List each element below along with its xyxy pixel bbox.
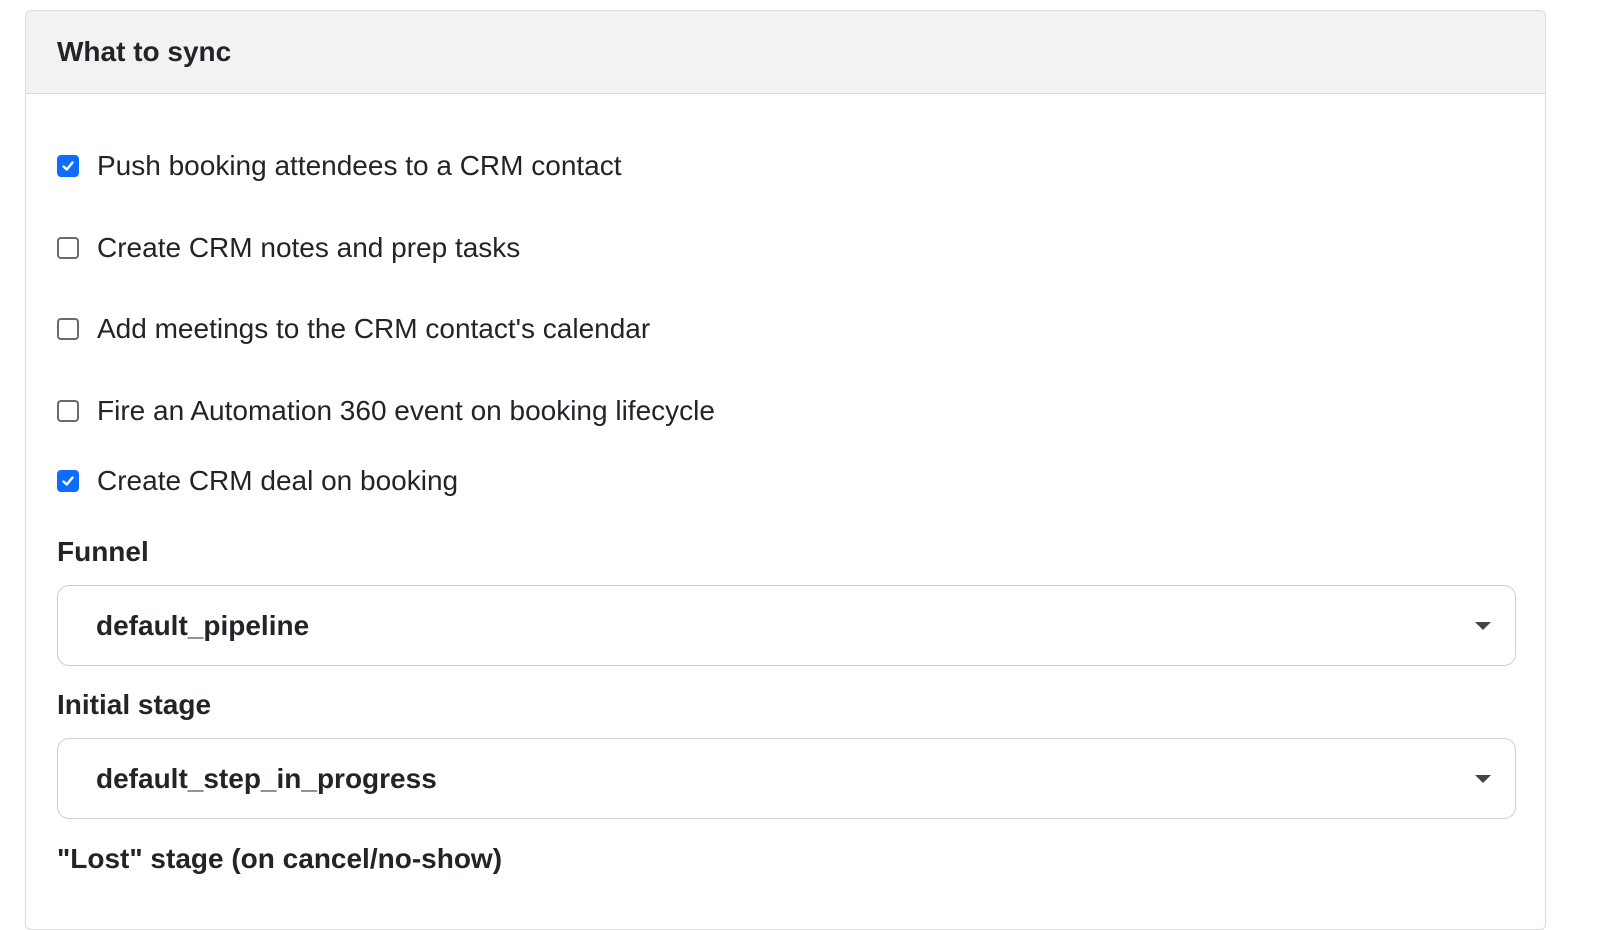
card-header: What to sync bbox=[26, 11, 1545, 94]
check-icon bbox=[62, 161, 74, 171]
caret-down-icon bbox=[1475, 774, 1491, 783]
funnel-label: Funnel bbox=[57, 536, 149, 567]
lost-stage-label: "Lost" stage (on cancel/no-show) bbox=[57, 843, 503, 874]
checkbox-push-attendees[interactable] bbox=[57, 155, 79, 177]
option-label: Push booking attendees to a CRM contact bbox=[97, 150, 622, 181]
option-label: Create CRM notes and prep tasks bbox=[97, 232, 521, 263]
funnel-selected-value: default_pipeline bbox=[96, 609, 310, 641]
option-crm-notes[interactable]: Create CRM notes and prep tasks bbox=[57, 228, 520, 268]
checkbox-automation-event[interactable] bbox=[57, 400, 79, 422]
initial-stage-selected-value: default_step_in_progress bbox=[96, 762, 437, 794]
funnel-select[interactable]: default_pipeline bbox=[57, 585, 1516, 666]
checkbox-add-meetings[interactable] bbox=[57, 318, 79, 340]
option-add-meetings[interactable]: Add meetings to the CRM contact's calend… bbox=[57, 309, 650, 349]
option-automation-event[interactable]: Fire an Automation 360 event on booking … bbox=[57, 391, 715, 431]
option-label: Fire an Automation 360 event on booking … bbox=[97, 395, 715, 426]
option-push-attendees[interactable]: Push booking attendees to a CRM contact bbox=[57, 146, 622, 186]
caret-down-icon bbox=[1475, 621, 1491, 630]
option-label: Create CRM deal on booking bbox=[97, 465, 459, 496]
initial-stage-label: Initial stage bbox=[57, 689, 212, 720]
check-icon bbox=[62, 476, 74, 486]
option-label: Add meetings to the CRM contact's calend… bbox=[97, 313, 651, 344]
sync-settings-card: What to sync Push booking attendees to a… bbox=[25, 10, 1546, 930]
initial-stage-select[interactable]: default_step_in_progress bbox=[57, 738, 1516, 819]
checkbox-crm-notes[interactable] bbox=[57, 237, 79, 259]
checkbox-create-deal[interactable] bbox=[57, 470, 79, 492]
card-title: What to sync bbox=[57, 36, 232, 67]
option-create-deal[interactable]: Create CRM deal on booking bbox=[57, 461, 458, 501]
